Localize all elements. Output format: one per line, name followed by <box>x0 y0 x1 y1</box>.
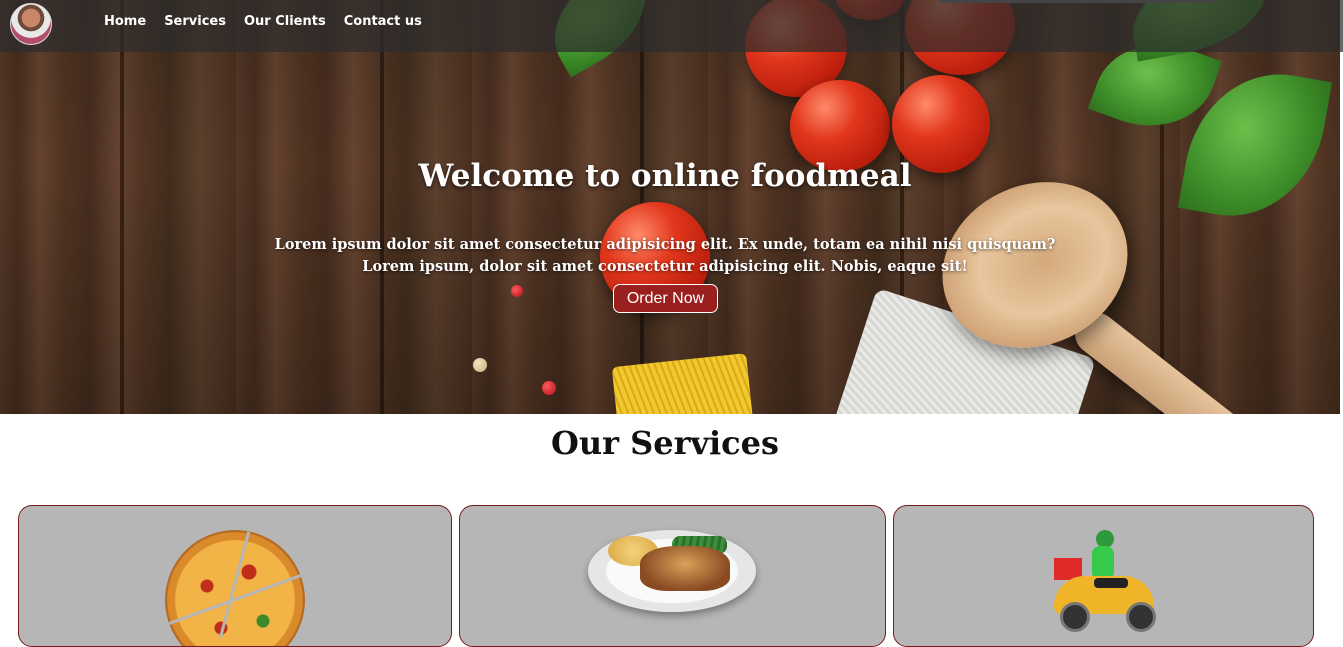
rider-icon <box>1092 546 1114 580</box>
hero-description-line-2: Lorem ipsum, dolor sit amet consectetur … <box>362 258 968 275</box>
hero-description-line-1: Lorem ipsum dolor sit amet consectetur a… <box>274 236 1056 253</box>
profile-avatar-icon[interactable] <box>10 3 52 45</box>
hero-section: Welcome to online foodmeal Lorem ipsum d… <box>0 0 1340 414</box>
service-card-pizza[interactable] <box>18 505 452 647</box>
order-now-button[interactable]: Order Now <box>613 284 718 313</box>
scooter-wheel-icon <box>1060 602 1090 632</box>
bean-image <box>473 358 487 372</box>
top-divider <box>940 0 1215 3</box>
nav-link-our-clients[interactable]: Our Clients <box>244 14 326 29</box>
navbar: Home Services Our Clients Contact us <box>0 0 1343 52</box>
service-card-delivery[interactable] <box>893 505 1314 647</box>
hero-description: Lorem ipsum dolor sit amet consectetur a… <box>0 234 1330 278</box>
nav-link-contact-us[interactable]: Contact us <box>344 14 422 29</box>
rider-legs-icon <box>1094 578 1128 588</box>
hero-title: Welcome to online foodmeal <box>418 158 912 194</box>
nav-link-home[interactable]: Home <box>104 14 146 29</box>
services-title: Our Services <box>550 424 780 462</box>
nav-link-services[interactable]: Services <box>164 14 226 29</box>
pie-icon <box>640 546 730 591</box>
peppercorn-image <box>542 381 556 395</box>
nav-links: Home Services Our Clients Contact us <box>104 0 422 43</box>
scooter-wheel-icon <box>1126 602 1156 632</box>
peppercorn-image <box>511 285 523 297</box>
service-card-meal[interactable] <box>459 505 886 647</box>
